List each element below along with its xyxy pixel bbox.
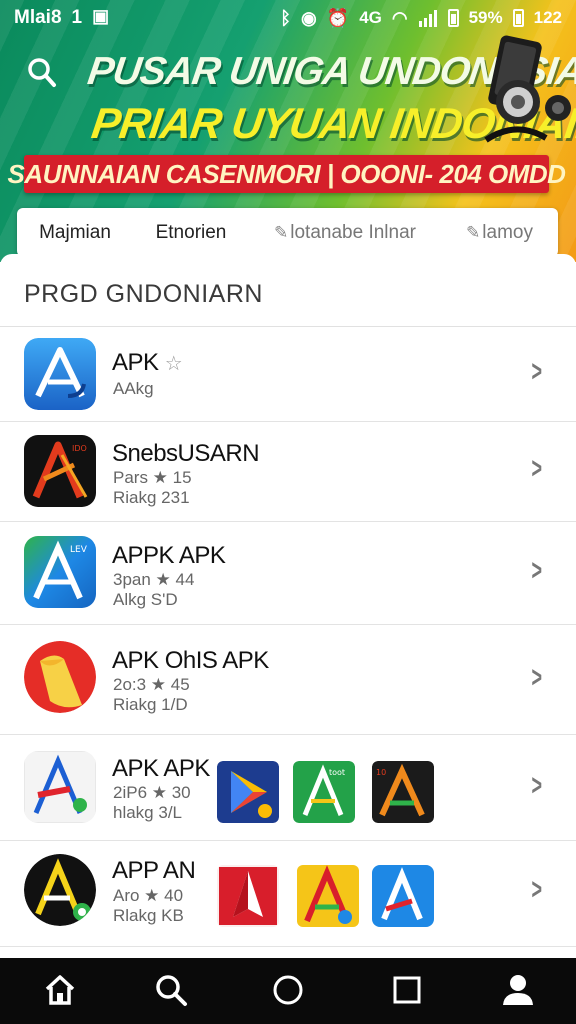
search-icon — [156, 975, 187, 1006]
alarm-icon: ⏰ — [326, 8, 350, 28]
recents-icon — [393, 976, 421, 1004]
signal-icon — [418, 10, 437, 27]
banner-subtitle: PRIAR UYUAN INDONIAIII — [88, 100, 576, 148]
app-list-panel: PRGD GNDONIARN APK ☆ AAkg > IDO SnebsUSA… — [0, 254, 576, 958]
app-thumb-yellow-a[interactable] — [297, 865, 359, 927]
image-notification-icon: ▣ — [92, 6, 110, 26]
nav-recents-button[interactable] — [387, 970, 427, 1010]
app-thumb-blue-a[interactable] — [372, 865, 434, 927]
tab-2[interactable]: ✎ lotanabe Inlnar — [249, 208, 441, 257]
app-name-text: APK — [112, 349, 159, 376]
app-icon-dark-a: IDO — [24, 435, 96, 507]
app-icon-white-a — [24, 751, 96, 823]
chevron-right-icon: > — [531, 769, 543, 802]
chevron-right-icon: > — [531, 873, 543, 906]
nav-circle-button[interactable] — [268, 970, 308, 1010]
network-type: 4G — [359, 8, 382, 27]
search-button[interactable] — [26, 54, 58, 90]
app-icon-red-yellow-swoosh — [24, 641, 96, 713]
app-icon-green-blue-a: LEV — [24, 536, 96, 608]
app-icon-blue-a — [24, 338, 96, 410]
app-thumb-red-sail[interactable] — [217, 865, 279, 927]
pencil-icon: ✎ — [274, 222, 289, 242]
app-row[interactable]: APK OhIS APK 2o:3 ★ 45 Riakg 1/D > — [0, 625, 576, 735]
category-tabs: Majmian Etnorien ✎ lotanabe Inlnar ✎ lam… — [17, 208, 558, 257]
svg-text:LEV: LEV — [70, 545, 88, 555]
svg-text:IDO: IDO — [72, 444, 87, 453]
home-icon — [45, 975, 75, 1005]
carrier-label: Mlai8 — [14, 7, 62, 28]
app-meta-size: Rlakg KB — [113, 906, 184, 925]
battery-percent: 59% — [468, 8, 503, 27]
profile-icon — [503, 975, 533, 1005]
app-row[interactable]: APK APK 2iP6 ★ 30 hlakg 3/L toot 10 > — [0, 735, 576, 841]
tab-1[interactable]: Etnorien — [133, 208, 249, 257]
app-meta-size: Riakg 1/D — [113, 695, 188, 714]
app-thumb-dark-a[interactable]: 10 — [372, 761, 434, 823]
app-meta: 2iP6 ★ 30 — [113, 783, 191, 802]
section-title: PRGD GNDONIARN — [24, 280, 263, 308]
banner-title: PUSAR UNIGA UNDONESIAI — [85, 50, 576, 93]
app-name: SnebsUSARN — [112, 440, 260, 467]
tab-label: lotanabe Inlnar — [290, 221, 416, 243]
tab-0[interactable]: Majmian — [17, 208, 133, 257]
svg-text:toot: toot — [329, 768, 345, 777]
search-icon — [28, 58, 56, 87]
app-meta-size: Riakg 231 — [113, 488, 190, 507]
app-meta-size: hlakg 3/L — [113, 803, 182, 822]
nav-home-button[interactable] — [40, 970, 80, 1010]
app-name: APK ☆ — [112, 349, 183, 377]
app-name: APK APK — [112, 755, 210, 782]
chevron-right-icon: > — [531, 554, 543, 587]
nav-profile-button[interactable] — [498, 970, 538, 1010]
app-meta: Aro ★ 40 — [113, 886, 184, 905]
chevron-right-icon: > — [531, 661, 543, 694]
notification-count: 1 — [71, 7, 83, 28]
clock: 122 — [533, 8, 562, 27]
bluetooth-icon: ᛒ — [280, 8, 292, 28]
nav-search-button[interactable] — [151, 970, 191, 1010]
svg-text:10: 10 — [376, 768, 386, 777]
app-row[interactable]: APK ☆ AAkg > — [0, 327, 576, 422]
tab-label: lamoy — [482, 221, 533, 243]
app-name: APP AN — [112, 857, 196, 884]
chevron-right-icon: > — [531, 452, 543, 485]
circle-home-icon — [273, 975, 303, 1005]
app-name: APPK APK — [112, 542, 226, 569]
chevron-right-icon: > — [531, 355, 543, 388]
star-outline-icon: ☆ — [164, 353, 183, 375]
battery-icon — [447, 9, 459, 27]
app-row[interactable]: APP AN Aro ★ 40 Rlakg KB > — [0, 841, 576, 947]
app-meta: 2o:3 ★ 45 — [113, 675, 190, 694]
app-thumb-green-a[interactable]: toot — [293, 761, 355, 823]
app-name: APK OhIS APK — [112, 647, 269, 674]
sync-icon: ◉ — [301, 8, 317, 28]
app-icon-black-a — [24, 854, 96, 926]
wifi-icon: ◠ — [391, 8, 408, 28]
tab-3[interactable]: ✎ lamoy — [441, 208, 558, 257]
play-store-icon[interactable] — [217, 761, 279, 823]
banner-ribbon: SAUNNAIAN CASENMORI | OOONI- 204 OMDD — [8, 155, 566, 193]
app-meta: AAkg — [113, 379, 154, 398]
tab-label: Majmian — [39, 221, 111, 243]
app-meta-size: Alkg S'D — [113, 590, 178, 609]
pencil-icon: ✎ — [466, 222, 481, 242]
battery-icon-2 — [512, 9, 524, 27]
tab-label: Etnorien — [155, 221, 227, 243]
app-row[interactable]: IDO SnebsUSARN Pars ★ 15 Riakg 231 > — [0, 422, 576, 522]
bottom-navigation — [0, 958, 576, 1024]
app-meta: 3pan ★ 44 — [113, 570, 195, 589]
app-meta: Pars ★ 15 — [113, 468, 192, 487]
app-row[interactable]: LEV APPK APK 3pan ★ 44 Alkg S'D > — [0, 522, 576, 625]
gadget-illustration-icon — [484, 35, 571, 143]
